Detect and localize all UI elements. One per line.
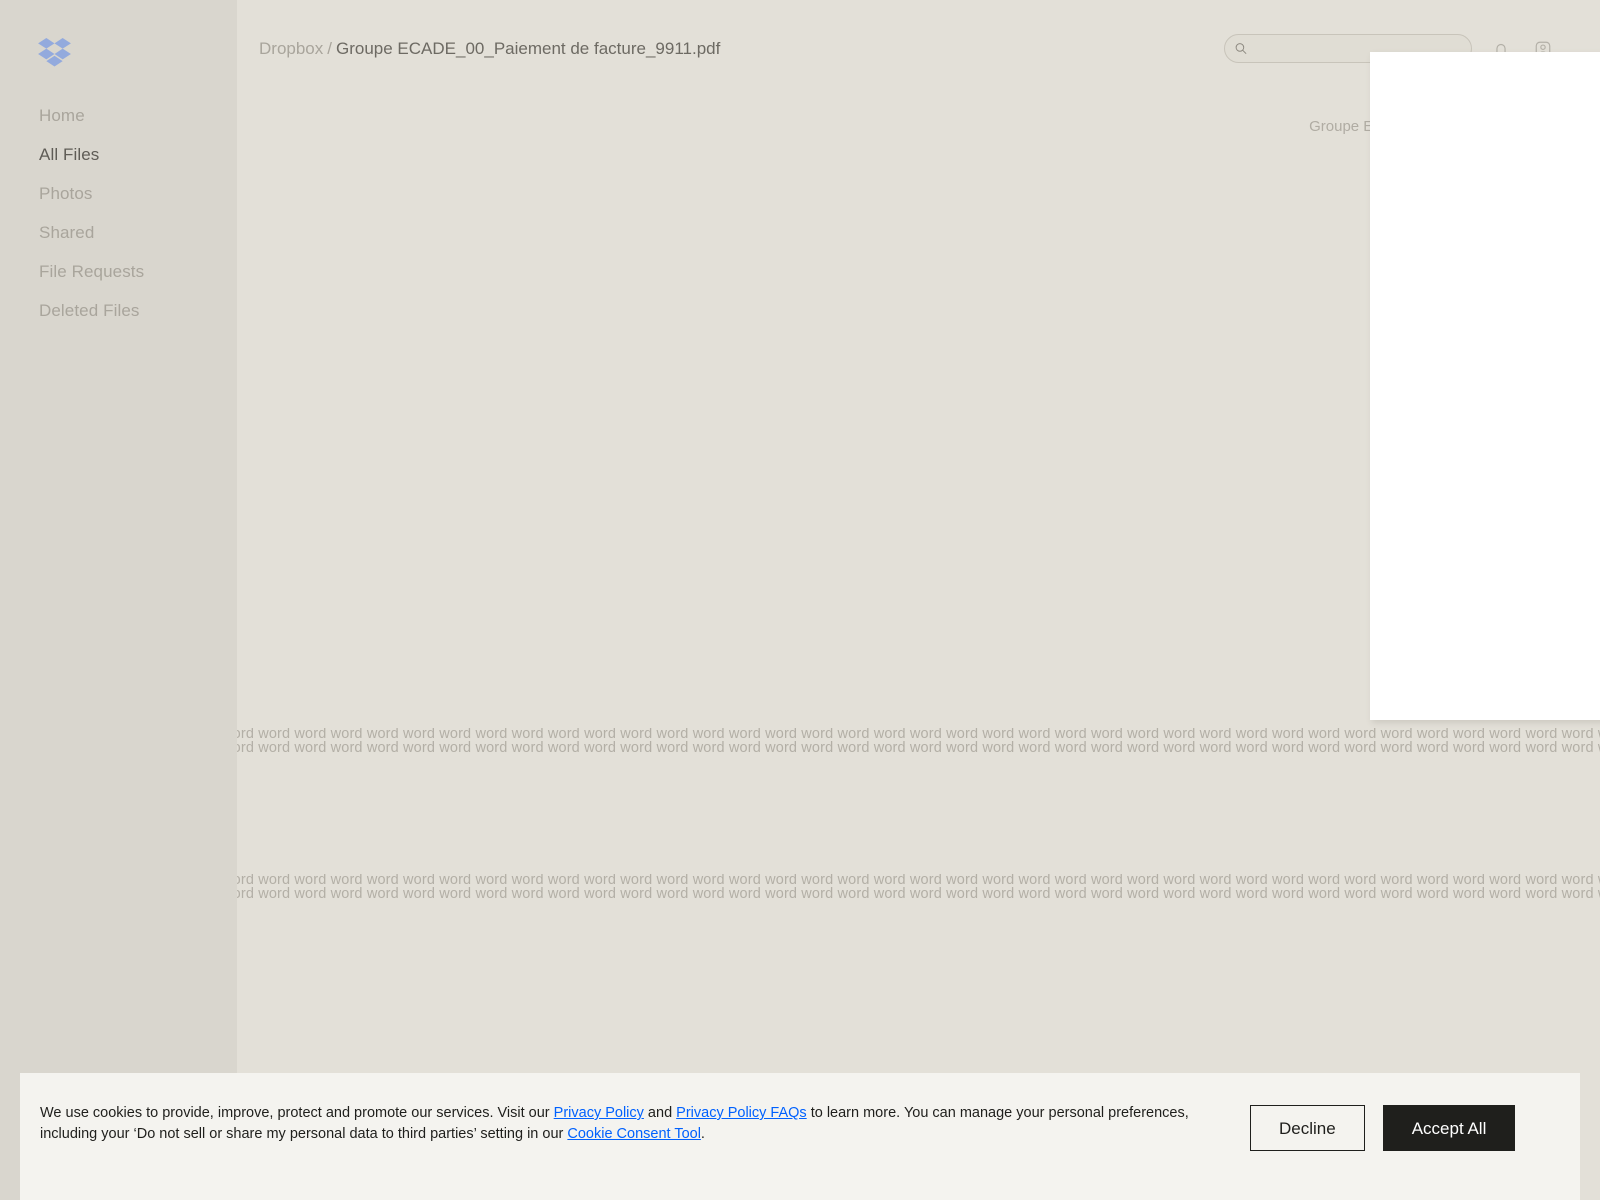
breadcrumb: Dropbox / Groupe ECADE_00_Paiement de fact… [259,38,720,60]
sidebar-item-all-files[interactable]: All Files [0,135,237,174]
sidebar-item-file-requests[interactable]: File Requests [0,252,237,291]
cookie-consent-tool-link[interactable]: Cookie Consent Tool [567,1126,701,1142]
sidebar-item-deleted-files[interactable]: Deleted Files [0,291,237,330]
sidebar-item-photos[interactable]: Photos [0,174,237,213]
document-text-block: word word word word word word word word … [237,874,1600,901]
cookie-banner-actions: Decline Accept All [1250,1103,1537,1151]
dropbox-logo-icon [38,38,71,67]
sidebar-item-shared[interactable]: Shared [0,213,237,252]
dropbox-logo[interactable] [0,0,237,74]
privacy-policy-link[interactable]: Privacy Policy [554,1105,644,1121]
sidebar-item-label: File Requests [39,262,145,281]
document-text-line: word word word word word word word word … [237,885,1600,901]
cookie-text-part-2: and [643,1105,677,1121]
sidebar-item-home[interactable]: Home [0,96,237,135]
sidebar-item-label: Photos [39,184,93,203]
sidebar-nav: Home All Files Photos Shared File Reques… [0,96,237,330]
document-text-block: word word word word word word word word … [237,728,1600,755]
sidebar-item-label: All Files [39,145,100,164]
cookie-consent-banner: We use cookies to provide, improve, prot… [20,1073,1580,1200]
privacy-policy-faqs-link[interactable]: Privacy Policy FAQs [676,1105,807,1121]
decline-button[interactable]: Decline [1250,1105,1365,1151]
white-overlay-panel [1370,52,1600,720]
breadcrumb-current-file: Groupe ECADE_00_Paiement de facture_9911… [336,39,721,58]
sidebar-item-label: Deleted Files [39,301,140,320]
sidebar-item-label: Home [39,106,85,125]
cookie-text-part-1: We use cookies to provide, improve, prot… [40,1105,554,1121]
sidebar: Home All Files Photos Shared File Reques… [0,0,237,1200]
sidebar-item-label: Shared [39,223,95,242]
app-root: Home All Files Photos Shared File Reques… [0,0,1600,1200]
cookie-text-part-4: . [700,1126,705,1142]
breadcrumb-root[interactable]: Dropbox [259,39,323,58]
cookie-banner-text: We use cookies to provide, improve, prot… [20,1103,1250,1145]
search-icon [1235,43,1247,54]
breadcrumb-separator: / [327,39,332,58]
document-text-line: word word word word word word word word … [237,739,1600,755]
accept-all-button[interactable]: Accept All [1382,1105,1516,1151]
